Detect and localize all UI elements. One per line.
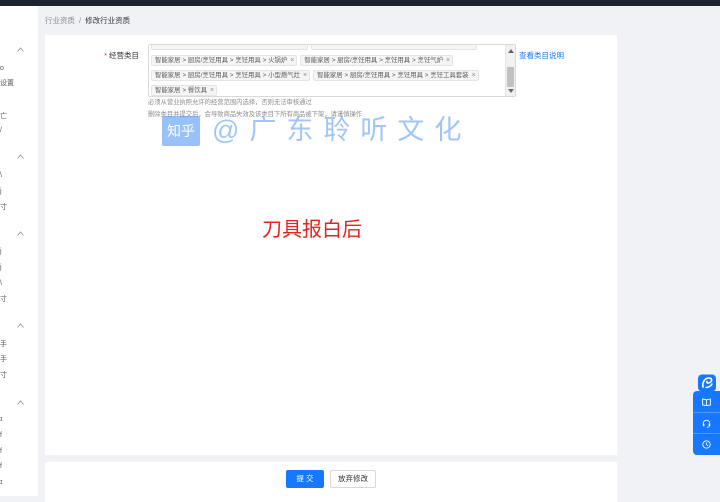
discard-changes-button[interactable]: 放弃修改 (330, 470, 376, 488)
chevron-up-icon[interactable] (17, 400, 24, 405)
category-tag[interactable]: 智能家居 > 厨房/烹饪用具 > 烹饪用具 > 烹饪工具套装 × (313, 70, 479, 81)
sidebar-item-label[interactable]: o (0, 64, 4, 73)
category-tag[interactable]: 智能家居 > 厨房/烹饪用具 > 烹饪用具 > 小型燃气灶 × (151, 70, 311, 81)
category-tag[interactable]: 智能家居 > 餐饮具 × (151, 85, 218, 96)
sidebar-item-label[interactable]: ɪ (0, 415, 3, 424)
tag-row (151, 45, 477, 50)
sidebar-item-label[interactable]: 亡 (0, 112, 7, 121)
view-category-description-link[interactable]: 查看类目说明 (519, 51, 564, 61)
tag-close-icon[interactable]: × (472, 71, 476, 80)
category-tag-label: 智能家居 > 厨房/烹饪用具 > 烹饪用具 > 火锅炉 (155, 57, 288, 64)
sidebar: o 设置 亡 / \ j 寸 j j \ 寸 手 手 寸 ɪ f f f ɪ (0, 6, 38, 496)
headset-icon (702, 419, 711, 428)
breadcrumb-separator: / (79, 16, 82, 25)
sidebar-item-label[interactable]: j (0, 187, 2, 196)
sidebar-item-label[interactable]: ɪ (0, 478, 3, 487)
sidebar-item-label[interactable]: 手 (0, 340, 7, 349)
select-scrollbar[interactable] (505, 45, 515, 96)
breadcrumb-current: 修改行业资质 (85, 16, 131, 25)
guide-button[interactable] (693, 391, 720, 412)
sidebar-item-label[interactable]: j (0, 263, 2, 272)
scroll-down-arrow-icon[interactable] (508, 89, 514, 93)
breadcrumb: 行业资质 / 修改行业资质 (45, 16, 130, 26)
form-card: * 经营类目 智能家居 > 厨房/烹饪用具 > 烹饪用具 > 火锅炉 × 智能家居 … (45, 35, 617, 455)
category-hint-1: 必须从营业执照允许的经营范围内选择，否则无法审核通过 (148, 99, 312, 106)
sidebar-item-label[interactable]: j (0, 247, 2, 256)
sidebar-item-label[interactable]: \ (0, 279, 2, 288)
tag-close-icon[interactable]: × (210, 86, 214, 95)
sidebar-item-label[interactable]: 寸 (0, 295, 7, 304)
sidebar-item-label[interactable]: 手 (0, 355, 7, 364)
breadcrumb-parent-link[interactable]: 行业资质 (45, 16, 75, 25)
sidebar-item-label[interactable]: \ (0, 171, 2, 180)
tag-close-icon[interactable]: × (290, 56, 294, 65)
action-bar: 提 交 放弃修改 (45, 462, 617, 502)
customer-service-button[interactable] (693, 412, 720, 433)
sidebar-item-label[interactable]: f (0, 462, 2, 471)
scroll-up-arrow-icon[interactable] (508, 49, 514, 53)
category-label-text: 经营类目 (109, 51, 139, 60)
history-button[interactable] (693, 433, 720, 454)
tag-row: 智能家居 > 厨房/烹饪用具 > 烹饪用具 > 小型燃气灶 × 智能家居 > 厨房… (151, 70, 479, 81)
tag-partial[interactable] (311, 45, 477, 50)
submit-button[interactable]: 提 交 (286, 470, 324, 488)
scrollbar-thumb[interactable] (507, 67, 514, 87)
sidebar-item-label[interactable]: 寸 (0, 203, 7, 212)
category-tag[interactable]: 智能家居 > 厨房/烹饪用具 > 烹饪用具 > 烹饪气炉 × (300, 55, 454, 66)
chevron-up-icon[interactable] (17, 323, 24, 328)
tag-row: 智能家居 > 厨房/烹饪用具 > 烹饪用具 > 火锅炉 × 智能家居 > 厨房/烹… (151, 55, 454, 66)
sidebar-item-label[interactable]: f (0, 431, 2, 440)
tag-close-icon[interactable]: × (303, 71, 307, 80)
sidebar-item-label[interactable]: f (0, 447, 2, 456)
category-tag-label: 智能家居 > 厨房/烹饪用具 > 烹饪用具 > 烹饪工具套装 (317, 72, 469, 79)
tag-close-icon[interactable]: × (446, 56, 450, 65)
chevron-up-icon[interactable] (17, 231, 24, 236)
floating-tool-panel (693, 391, 720, 455)
chevron-up-icon[interactable] (17, 47, 24, 52)
watermark-logo: 知乎 (162, 116, 200, 146)
brand-logo-icon[interactable] (697, 374, 717, 392)
overlay-note: 刀具报白后 (262, 219, 362, 241)
category-tag[interactable]: 智能家居 > 厨房/烹饪用具 > 烹饪用具 > 火锅炉 × (151, 55, 298, 66)
clock-icon (702, 439, 711, 449)
category-tag-label: 智能家居 > 餐饮具 (155, 87, 208, 94)
tag-row: 智能家居 > 餐饮具 × (151, 85, 218, 96)
top-navigation-bar (0, 0, 720, 6)
tag-partial[interactable] (151, 45, 308, 50)
chevron-up-icon[interactable] (17, 154, 24, 159)
watermark-text: @广东聆听文化 (212, 115, 472, 145)
category-tag-label: 智能家居 > 厨房/烹饪用具 > 烹饪用具 > 小型燃气灶 (155, 72, 301, 79)
category-field-label: * 经营类目 (95, 51, 139, 61)
book-icon (702, 397, 711, 406)
category-multi-select[interactable]: 智能家居 > 厨房/烹饪用具 > 烹饪用具 > 火锅炉 × 智能家居 > 厨房/烹… (148, 44, 516, 97)
category-tag-label: 智能家居 > 厨房/烹饪用具 > 烹饪用具 > 烹饪气炉 (304, 57, 444, 64)
required-mark: * (104, 51, 107, 60)
sidebar-item-label[interactable]: / (0, 126, 2, 135)
sidebar-item-label[interactable]: 寸 (0, 371, 7, 380)
sidebar-item-label[interactable]: 设置 (0, 79, 14, 88)
